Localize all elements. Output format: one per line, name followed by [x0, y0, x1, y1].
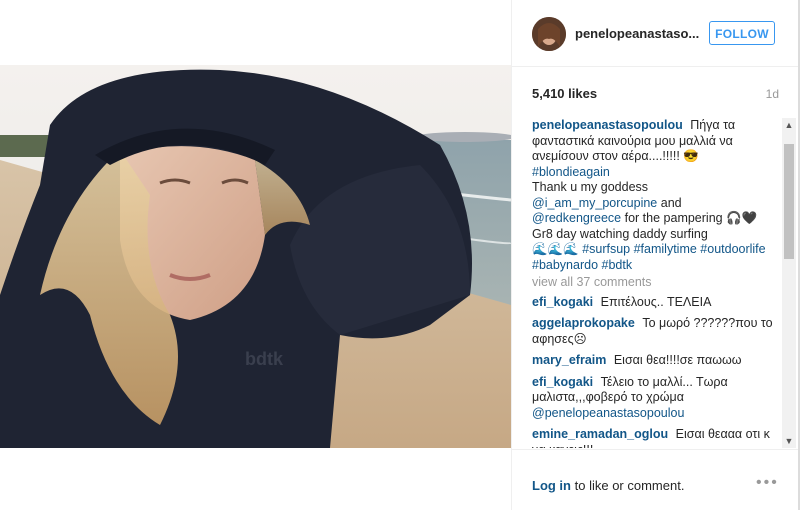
- hashtags-line2[interactable]: #babynardo #bdtk: [532, 258, 632, 272]
- comments-list[interactable]: penelopeanastasopoulou Πήγα τα φανταστικ…: [532, 118, 785, 448]
- photo-pane: bdtk: [0, 0, 511, 510]
- comment-item: efi_kogaki Επιτέλους.. ΤΕΛΕΙΑ: [532, 295, 785, 311]
- comment-username[interactable]: emine_ramadan_oglou: [532, 427, 668, 441]
- comment-item: efi_kogaki Τέλειο το μαλλί... Τωρα μαλισ…: [532, 375, 785, 422]
- mention-porcupine[interactable]: @i_am_my_porcupine: [532, 196, 657, 210]
- scroll-down-arrow-icon[interactable]: ▼: [782, 434, 796, 448]
- post-photo[interactable]: bdtk: [0, 65, 511, 448]
- avatar-image: [532, 17, 566, 51]
- sunglasses-icon: 😎: [683, 149, 699, 163]
- comment-username[interactable]: efi_kogaki: [532, 295, 593, 309]
- comment-username[interactable]: mary_efraim: [532, 353, 606, 367]
- caption-line-thanks: Thank u my goddess: [532, 180, 649, 194]
- comments-scrollbar[interactable]: ▲ ▼: [782, 118, 796, 448]
- login-link[interactable]: Log in: [532, 478, 571, 493]
- headphones-icon: 🎧: [726, 211, 742, 225]
- photo-image: bdtk: [0, 65, 511, 448]
- scroll-thumb[interactable]: [784, 144, 794, 259]
- post-time[interactable]: 1d: [766, 87, 779, 101]
- hashtags-line1[interactable]: #surfsup #familytime #outdoorlife: [582, 242, 765, 256]
- mention-redken[interactable]: @redkengreece: [532, 211, 621, 225]
- likes-row: 5,410 likes 1d: [532, 86, 779, 102]
- comment-item: emine_ramadan_oglou Εισαι θεααα οτι κ να…: [532, 427, 785, 448]
- comment-mention[interactable]: @penelopeanastasopoulou: [532, 406, 684, 420]
- wave-icons: 🌊🌊🌊: [532, 242, 579, 256]
- caption-surfing: Gr8 day watching daddy surfing: [532, 226, 708, 241]
- post-sidebar: penelopeanastaso... FOLLOW 5,410 likes 1…: [511, 0, 799, 510]
- post-username[interactable]: penelopeanastaso...: [575, 26, 705, 41]
- hashtag-blondieagain[interactable]: #blondieagain: [532, 165, 610, 179]
- caption: penelopeanastasopoulou Πήγα τα φανταστικ…: [532, 118, 785, 273]
- comment-username[interactable]: aggelaprokopake: [532, 316, 635, 330]
- comment-username[interactable]: efi_kogaki: [532, 375, 593, 389]
- more-options-icon[interactable]: •••: [756, 474, 779, 492]
- follow-button[interactable]: FOLLOW: [709, 21, 775, 45]
- caption-username[interactable]: penelopeanastasopoulou: [532, 118, 683, 132]
- view-all-comments[interactable]: view all 37 comments: [532, 275, 785, 291]
- login-prompt: Log in to like or comment.: [532, 478, 684, 493]
- comment-item: mary_efraim Εισαι θεα!!!!σε παωωω: [532, 353, 785, 369]
- comment-item: aggelaprokopake Το μωρό ??????που το αφη…: [532, 316, 785, 347]
- svg-text:bdtk: bdtk: [245, 349, 284, 369]
- caption-pampering: for the pampering: [624, 211, 723, 225]
- comment-text: Επιτέλους.. ΤΕΛΕΙΑ: [600, 294, 712, 309]
- login-text: to like or comment.: [574, 478, 685, 493]
- caption-and: and: [660, 195, 682, 210]
- post-header: penelopeanastaso... FOLLOW: [512, 0, 799, 67]
- comment-text: Εισαι θεα!!!!σε παωωω: [613, 353, 742, 367]
- avatar[interactable]: [532, 17, 566, 51]
- likes-count[interactable]: 5,410 likes: [532, 86, 597, 101]
- scroll-up-arrow-icon[interactable]: ▲: [782, 118, 796, 132]
- heart-icon: 🖤: [741, 211, 758, 225]
- post-footer: Log in to like or comment. •••: [512, 449, 799, 511]
